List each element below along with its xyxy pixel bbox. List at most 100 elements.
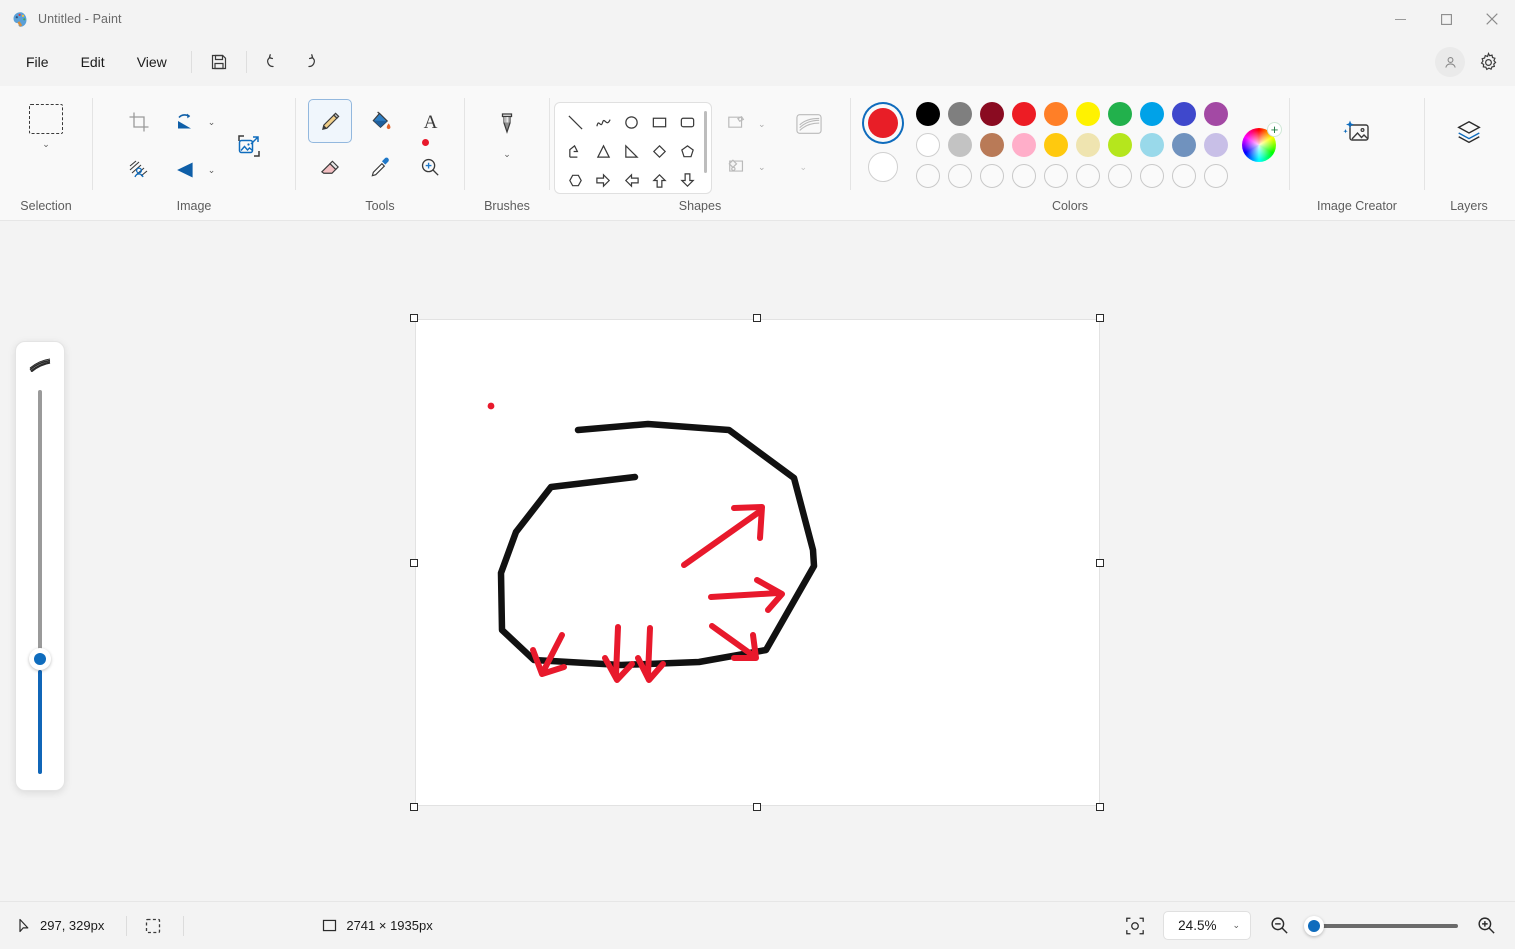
shape-fill-icon[interactable] bbox=[720, 152, 754, 182]
empty-color-slot[interactable] bbox=[1012, 164, 1036, 188]
empty-color-slot[interactable] bbox=[1172, 164, 1196, 188]
color-swatch[interactable] bbox=[980, 102, 1004, 126]
shapes-panel[interactable] bbox=[554, 102, 712, 194]
zoom-slider[interactable] bbox=[1304, 915, 1458, 936]
empty-color-slot[interactable] bbox=[1044, 164, 1068, 188]
minimize-button[interactable] bbox=[1377, 0, 1423, 38]
color-swatch[interactable] bbox=[1076, 102, 1100, 126]
add-color-icon[interactable]: + bbox=[1267, 122, 1282, 137]
fill-chevron-down-icon[interactable]: ⌄ bbox=[758, 162, 766, 172]
brush-icon[interactable] bbox=[485, 102, 529, 146]
diamond-shape[interactable] bbox=[646, 139, 672, 165]
empty-color-slot[interactable] bbox=[1204, 164, 1228, 188]
shape-size-icon[interactable] bbox=[786, 104, 832, 144]
outline-chevron-down-icon[interactable]: ⌄ bbox=[758, 119, 766, 129]
crop-icon[interactable] bbox=[117, 100, 161, 144]
canvas-handle-bottom-right[interactable] bbox=[1096, 803, 1104, 811]
color-swatch[interactable] bbox=[1172, 102, 1196, 126]
rotate-icon[interactable] bbox=[163, 100, 207, 144]
flip-chevron-down-icon[interactable]: ⌄ bbox=[208, 165, 216, 175]
text-tool[interactable]: A bbox=[408, 99, 452, 143]
color-swatch[interactable] bbox=[980, 133, 1004, 157]
primary-color-swatch[interactable] bbox=[864, 104, 902, 142]
right-triangle-shape[interactable] bbox=[618, 139, 644, 165]
curve-shape[interactable] bbox=[590, 110, 616, 136]
brush-size-slider-thumb[interactable] bbox=[29, 647, 51, 670]
brush-size-slider[interactable] bbox=[29, 390, 51, 774]
color-swatch[interactable] bbox=[1140, 102, 1164, 126]
color-swatch[interactable] bbox=[916, 133, 940, 157]
zoom-in-icon[interactable] bbox=[1476, 915, 1497, 936]
empty-color-slot[interactable] bbox=[1140, 164, 1164, 188]
arrow-left-shape[interactable] bbox=[618, 168, 644, 194]
rectangle-shape[interactable] bbox=[646, 110, 672, 136]
arrow-down-shape[interactable] bbox=[674, 168, 700, 194]
color-swatch[interactable] bbox=[916, 102, 940, 126]
zoom-out-icon[interactable] bbox=[1269, 915, 1290, 936]
oval-shape[interactable] bbox=[618, 110, 644, 136]
eraser-tool[interactable] bbox=[308, 145, 352, 189]
canvas-handle-bottom-center[interactable] bbox=[753, 803, 761, 811]
canvas-handle-top-right[interactable] bbox=[1096, 314, 1104, 322]
selection-tool-button[interactable]: ⌄ bbox=[29, 104, 63, 149]
polygon-shape[interactable] bbox=[562, 139, 588, 165]
undo-icon[interactable] bbox=[257, 45, 291, 79]
account-icon[interactable] bbox=[1435, 47, 1465, 77]
fill-tool[interactable] bbox=[358, 99, 402, 143]
size-chevron-down-icon[interactable]: ⌄ bbox=[800, 162, 808, 172]
zoom-slider-thumb[interactable] bbox=[1304, 915, 1324, 936]
empty-color-slot[interactable] bbox=[916, 164, 940, 188]
shapes-scrollbar[interactable] bbox=[704, 111, 707, 173]
pentagon-shape[interactable] bbox=[674, 139, 700, 165]
canvas-handle-top-center[interactable] bbox=[753, 314, 761, 322]
color-swatch[interactable] bbox=[1140, 133, 1164, 157]
canvas-handle-middle-left[interactable] bbox=[410, 559, 418, 567]
color-swatch[interactable] bbox=[1044, 133, 1068, 157]
line-shape[interactable] bbox=[562, 110, 588, 136]
color-swatch[interactable] bbox=[1012, 102, 1036, 126]
color-picker-tool[interactable] bbox=[358, 145, 402, 189]
magnifier-tool[interactable] bbox=[408, 145, 452, 189]
color-swatch[interactable] bbox=[1076, 133, 1100, 157]
empty-color-slot[interactable] bbox=[1108, 164, 1132, 188]
color-swatch[interactable] bbox=[1108, 102, 1132, 126]
menu-edit[interactable]: Edit bbox=[67, 48, 119, 76]
gear-icon[interactable] bbox=[1471, 45, 1505, 79]
color-swatch[interactable] bbox=[1204, 133, 1228, 157]
secondary-color-swatch[interactable] bbox=[864, 148, 902, 186]
arrow-up-shape[interactable] bbox=[646, 168, 672, 194]
arrow-right-shape[interactable] bbox=[590, 168, 616, 194]
remove-background-icon[interactable] bbox=[117, 148, 161, 192]
maximize-button[interactable] bbox=[1423, 0, 1469, 38]
empty-color-slot[interactable] bbox=[948, 164, 972, 188]
color-swatch[interactable] bbox=[1204, 102, 1228, 126]
image-creator-sparkle-icon[interactable] bbox=[1332, 108, 1382, 158]
canvas-handle-top-left[interactable] bbox=[410, 314, 418, 322]
canvas-handle-bottom-left[interactable] bbox=[410, 803, 418, 811]
shape-outline-icon[interactable] bbox=[720, 109, 754, 139]
redo-icon[interactable] bbox=[291, 45, 325, 79]
zoom-level-selector[interactable]: 24.5% ⌄ bbox=[1163, 911, 1251, 940]
color-swatch[interactable] bbox=[1044, 102, 1068, 126]
resize-image-icon[interactable] bbox=[227, 124, 271, 168]
layers-icon[interactable] bbox=[1444, 108, 1494, 158]
fit-to-window-icon[interactable] bbox=[1125, 916, 1145, 936]
color-swatch[interactable] bbox=[1012, 133, 1036, 157]
color-swatch[interactable] bbox=[948, 102, 972, 126]
empty-color-slot[interactable] bbox=[1076, 164, 1100, 188]
flip-icon[interactable] bbox=[163, 148, 207, 192]
close-button[interactable] bbox=[1469, 0, 1515, 38]
color-swatch[interactable] bbox=[1172, 133, 1196, 157]
rotate-chevron-down-icon[interactable]: ⌄ bbox=[208, 117, 216, 127]
triangle-shape[interactable] bbox=[590, 139, 616, 165]
menu-view[interactable]: View bbox=[123, 48, 181, 76]
menu-file[interactable]: File bbox=[12, 48, 63, 76]
zoom-chevron-down-icon[interactable]: ⌄ bbox=[1232, 921, 1240, 930]
drawing-canvas[interactable] bbox=[415, 319, 1100, 806]
hexagon-shape[interactable] bbox=[562, 168, 588, 194]
color-swatch[interactable] bbox=[1108, 133, 1132, 157]
canvas-handle-middle-right[interactable] bbox=[1096, 559, 1104, 567]
rounded-rectangle-shape[interactable] bbox=[674, 110, 700, 136]
empty-color-slot[interactable] bbox=[980, 164, 1004, 188]
pencil-tool[interactable] bbox=[308, 99, 352, 143]
